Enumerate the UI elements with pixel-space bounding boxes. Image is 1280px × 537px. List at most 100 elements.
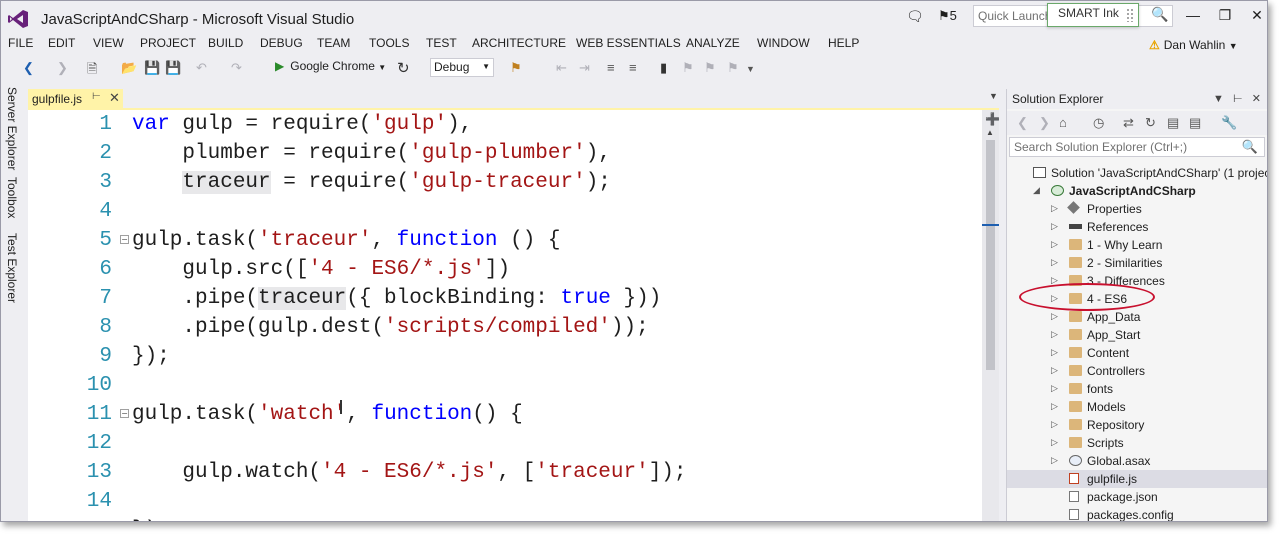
expand-arrow-icon[interactable]: ▷ bbox=[1051, 311, 1058, 322]
expand-arrow-icon[interactable]: ▷ bbox=[1051, 329, 1058, 340]
scroll-up-icon[interactable]: ▲ bbox=[986, 128, 994, 137]
comment-icon[interactable]: ≡ bbox=[607, 60, 615, 75]
menu-test[interactable]: TEST bbox=[426, 36, 457, 50]
pin-icon[interactable]: ⊢ bbox=[92, 91, 101, 102]
feedback-icon[interactable]: 🗨 bbox=[906, 8, 924, 25]
configuration-select[interactable]: Debug ▼ bbox=[430, 58, 494, 77]
tree-item-repository[interactable]: ▷ Repository bbox=[1007, 416, 1267, 434]
expand-arrow-icon[interactable]: ▷ bbox=[1051, 239, 1058, 250]
tab-overflow-icon[interactable]: ▼ bbox=[989, 91, 998, 101]
next-bookmark-icon[interactable]: ⚑ bbox=[704, 60, 716, 76]
menu-architecture[interactable]: ARCHITECTURE bbox=[472, 36, 566, 50]
prev-bookmark-icon[interactable]: ⚑ bbox=[682, 60, 694, 76]
tree-item-content[interactable]: ▷ Content bbox=[1007, 344, 1267, 362]
tree-item-properties[interactable]: ▷ Properties bbox=[1007, 200, 1267, 218]
menu-window[interactable]: WINDOW bbox=[757, 36, 810, 50]
menu-project[interactable]: PROJECT bbox=[140, 36, 196, 50]
menu-debug[interactable]: DEBUG bbox=[260, 36, 303, 50]
drag-handle-icon[interactable] bbox=[1126, 8, 1134, 22]
code-line[interactable]: 11− gulp.task('watch', function() { bbox=[28, 400, 982, 429]
refresh-icon[interactable]: ↻ bbox=[397, 59, 410, 77]
tree-item-references[interactable]: ▷ References bbox=[1007, 218, 1267, 236]
code-line[interactable]: 2 plumber = require('gulp-plumber'), bbox=[28, 139, 982, 168]
expand-arrow-icon[interactable]: ▷ bbox=[1051, 437, 1058, 448]
start-debugging-button[interactable]: ▶ Google Chrome ▼ bbox=[275, 59, 386, 73]
open-file-icon[interactable]: 📂 bbox=[121, 60, 137, 76]
expand-arrow-icon[interactable]: ▷ bbox=[1051, 419, 1058, 430]
toolbar-overflow-icon[interactable]: ▼ bbox=[746, 64, 755, 74]
menu-analyze[interactable]: ANALYZE bbox=[686, 36, 740, 50]
indent-icon[interactable]: ⇥ bbox=[579, 60, 590, 76]
tree-item-app-start[interactable]: ▷ App_Start bbox=[1007, 326, 1267, 344]
home-icon[interactable]: ⌂ bbox=[1059, 115, 1067, 130]
tree-item-fonts[interactable]: ▷ fonts bbox=[1007, 380, 1267, 398]
code-editor[interactable]: 1 var gulp = require('gulp'), 2 plumber = … bbox=[28, 110, 982, 521]
find-icon[interactable]: ⚑ bbox=[510, 60, 522, 76]
code-line[interactable]: 14 bbox=[28, 487, 982, 516]
tree-item-package-json[interactable]: package.json bbox=[1007, 488, 1267, 506]
collapse-region-icon[interactable]: − bbox=[120, 409, 129, 418]
code-line[interactable]: 9}); bbox=[28, 342, 982, 371]
test-explorer-tab[interactable]: Test Explorer bbox=[5, 233, 19, 303]
menu-web-essentials[interactable]: WEB ESSENTIALS bbox=[576, 36, 681, 50]
expand-arrow-icon[interactable]: ▷ bbox=[1051, 203, 1058, 214]
editor-scrollbar[interactable]: ➕ ▲ bbox=[982, 110, 1000, 521]
pin-icon[interactable]: ⊢ bbox=[1233, 93, 1243, 105]
pending-changes-icon[interactable]: ◷ bbox=[1093, 115, 1104, 131]
close-icon[interactable]: ✕ bbox=[1252, 93, 1261, 105]
expand-arrow-icon[interactable]: ▷ bbox=[1051, 257, 1058, 268]
navigate-back-icon[interactable]: ❮ bbox=[23, 60, 34, 76]
scrollbar-thumb[interactable] bbox=[986, 140, 995, 370]
code-line[interactable]: 10 bbox=[28, 371, 982, 400]
maximize-button[interactable]: ❐ bbox=[1215, 7, 1235, 24]
expand-arrow-icon[interactable]: ▷ bbox=[1051, 365, 1058, 376]
show-all-files-icon[interactable]: ▤ bbox=[1189, 115, 1201, 131]
close-tab-icon[interactable]: ✕ bbox=[109, 90, 120, 106]
code-line[interactable]: 8 .pipe(gulp.dest('scripts/compiled')); bbox=[28, 313, 982, 342]
code-line[interactable]: 3 traceur = require('gulp-traceur'); bbox=[28, 168, 982, 197]
refresh-icon[interactable]: ↻ bbox=[1145, 115, 1156, 131]
tree-item-solution-javascriptandcsharp-1-project[interactable]: Solution 'JavaScriptAndCSharp' (1 projec… bbox=[1007, 164, 1267, 182]
notifications-button[interactable]: ⚑5 bbox=[938, 8, 957, 24]
expand-arrow-icon[interactable]: ▷ bbox=[1051, 455, 1058, 466]
menu-view[interactable]: VIEW bbox=[93, 36, 124, 50]
bookmark-icon[interactable]: ▮ bbox=[660, 60, 667, 76]
tree-item-scripts[interactable]: ▷ Scripts bbox=[1007, 434, 1267, 452]
search-icon[interactable]: 🔍 bbox=[1242, 139, 1258, 155]
expand-arrow-icon[interactable]: ▷ bbox=[1051, 347, 1058, 358]
save-all-icon[interactable]: 💾 bbox=[165, 60, 181, 76]
code-line[interactable]: 15}); bbox=[28, 516, 982, 521]
expand-arrow-icon[interactable]: ▷ bbox=[1051, 401, 1058, 412]
redo-icon[interactable]: ↷ bbox=[231, 60, 242, 76]
tree-item-gulpfile-js[interactable]: gulpfile.js bbox=[1007, 470, 1267, 488]
tree-item-1-why-learn[interactable]: ▷ 1 - Why Learn bbox=[1007, 236, 1267, 254]
document-tab-gulpfile[interactable]: gulpfile.js ⊢ ✕ bbox=[28, 89, 123, 108]
code-line[interactable]: 13 gulp.watch('4 - ES6/*.js', ['traceur'… bbox=[28, 458, 982, 487]
back-icon[interactable]: ❮ bbox=[1017, 115, 1028, 131]
tree-item-models[interactable]: ▷ Models bbox=[1007, 398, 1267, 416]
tree-item-2-similarities[interactable]: ▷ 2 - Similarities bbox=[1007, 254, 1267, 272]
tree-item-controllers[interactable]: ▷ Controllers bbox=[1007, 362, 1267, 380]
menu-file[interactable]: FILE bbox=[8, 36, 33, 50]
search-icon[interactable]: 🔍 bbox=[1151, 6, 1168, 23]
toolbox-tab[interactable]: Toolbox bbox=[5, 177, 19, 218]
forward-icon[interactable]: ❯ bbox=[1039, 115, 1050, 131]
smart-ink-toolbar[interactable]: SMART Ink bbox=[1047, 3, 1139, 27]
user-account[interactable]: ⚠ Dan Wahlin ▼ bbox=[1149, 38, 1238, 52]
tree-item-packages-config[interactable]: packages.config bbox=[1007, 506, 1267, 521]
menu-tools[interactable]: TOOLS bbox=[369, 36, 409, 50]
minimize-button[interactable]: — bbox=[1183, 7, 1203, 23]
outdent-icon[interactable]: ⇤ bbox=[556, 60, 567, 76]
clear-bookmarks-icon[interactable]: ⚑ bbox=[727, 60, 739, 76]
properties-wrench-icon[interactable]: 🔧 bbox=[1221, 115, 1237, 131]
tree-item-global-asax[interactable]: ▷ Global.asax bbox=[1007, 452, 1267, 470]
close-button[interactable]: ✕ bbox=[1247, 7, 1267, 24]
collapse-region-icon[interactable]: − bbox=[120, 235, 129, 244]
tree-item-javascriptandcsharp[interactable]: ◢ JavaScriptAndCSharp bbox=[1007, 182, 1267, 200]
expand-arrow-icon[interactable]: ▷ bbox=[1051, 221, 1058, 232]
uncomment-icon[interactable]: ≡ bbox=[629, 60, 637, 75]
navigate-forward-icon[interactable]: ❯ bbox=[57, 60, 68, 76]
code-line[interactable]: 6 gulp.src(['4 - ES6/*.js']) bbox=[28, 255, 982, 284]
undo-icon[interactable]: ↶ bbox=[196, 60, 207, 76]
code-line[interactable]: 12 bbox=[28, 429, 982, 458]
